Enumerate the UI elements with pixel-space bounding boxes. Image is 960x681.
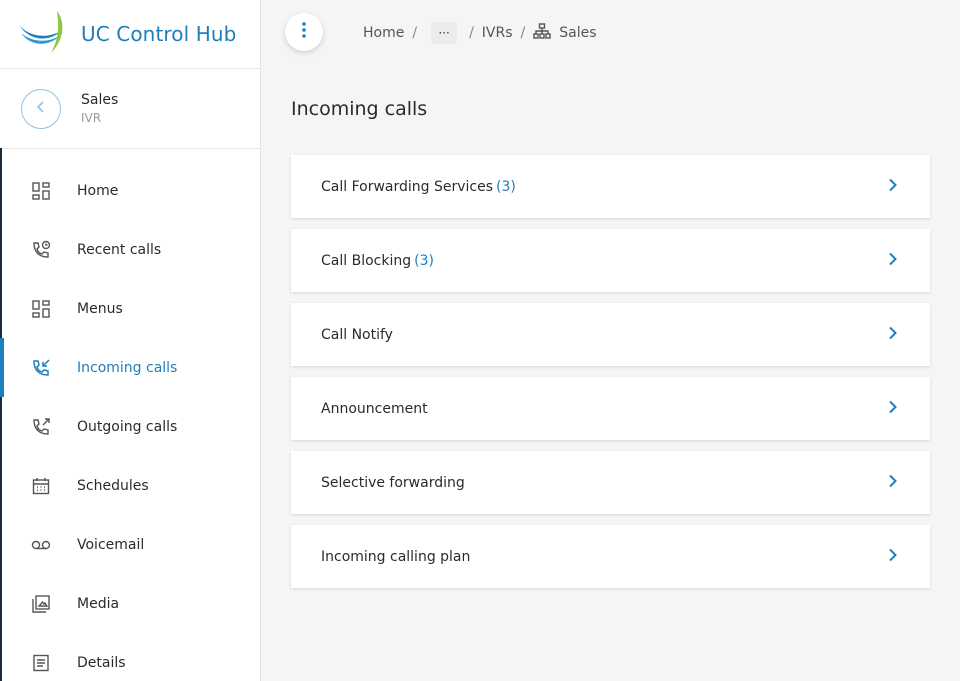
context-type: IVR <box>81 111 102 125</box>
phone-incoming-icon <box>31 358 51 378</box>
card-count: (3) <box>414 252 434 269</box>
context-header: Sales IVR <box>0 69 260 149</box>
kebab-menu-icon <box>302 22 306 42</box>
page-title: Incoming calls <box>291 98 428 120</box>
sidebar-item-outgoing-calls[interactable]: Outgoing calls <box>0 397 260 456</box>
more-options-button[interactable] <box>285 13 323 51</box>
sidebar-item-label: Voicemail <box>77 536 145 553</box>
sidebar-item-voicemail[interactable]: Voicemail <box>0 515 260 574</box>
back-button[interactable] <box>21 88 61 129</box>
card-count: (3) <box>496 178 516 195</box>
sidebar-item-schedules[interactable]: Schedules <box>0 456 260 515</box>
announcement-card[interactable]: Announcement <box>291 377 930 440</box>
breadcrumb-ivrs[interactable]: IVRs <box>482 25 513 41</box>
call-blocking-card[interactable]: Call Blocking (3) <box>291 229 930 292</box>
card-label: Call Blocking <box>321 252 412 269</box>
chevron-right-icon <box>888 547 898 566</box>
sidebar-item-details[interactable]: Details <box>0 633 260 681</box>
document-icon <box>31 653 51 673</box>
sidebar-item-media[interactable]: Media <box>0 574 260 633</box>
sidebar-item-label: Details <box>77 654 126 671</box>
breadcrumb-separator: / <box>469 25 474 41</box>
card-label: Incoming calling plan <box>321 548 471 565</box>
top-bar: Home / ··· / IVRs / Sales <box>261 0 960 64</box>
sidebar-item-label: Schedules <box>77 477 149 494</box>
sidebar-item-label: Home <box>77 182 119 199</box>
breadcrumb-separator: / <box>520 25 526 41</box>
chevron-right-icon <box>888 251 898 270</box>
dashboard-icon <box>31 181 51 201</box>
more-horizontal-icon: ··· <box>438 26 450 40</box>
media-library-icon <box>31 594 51 614</box>
sidebar-item-incoming-calls[interactable]: Incoming calls <box>0 338 260 397</box>
chevron-right-icon <box>888 473 898 492</box>
card-label: Selective forwarding <box>321 474 465 491</box>
call-forwarding-services-card[interactable]: Call Forwarding Services (3) <box>291 155 930 218</box>
context-name: Sales <box>81 92 119 108</box>
phone-outgoing-icon <box>31 417 51 437</box>
card-label: Announcement <box>321 400 428 417</box>
card-label: Call Forwarding Services <box>321 178 494 195</box>
incoming-calls-settings-list: Call Forwarding Services (3) Call Blockin… <box>291 155 930 599</box>
sidebar-item-label: Recent calls <box>77 241 162 258</box>
breadcrumb-separator: / <box>412 25 418 41</box>
uc-logo-icon <box>17 7 69 61</box>
sidebar-item-label: Incoming calls <box>77 359 178 376</box>
calendar-icon <box>31 476 51 496</box>
card-label: Call Notify <box>321 326 393 343</box>
sidebar-item-label: Outgoing calls <box>77 418 178 435</box>
sidebar-item-home[interactable]: Home <box>0 161 260 220</box>
app-title: UC Control Hub <box>81 22 237 46</box>
sidebar: UC Control Hub Sales IVR Home Recent cal… <box>0 0 261 681</box>
hierarchy-icon <box>533 23 559 43</box>
chevron-right-icon <box>888 325 898 344</box>
call-notify-card[interactable]: Call Notify <box>291 303 930 366</box>
incoming-calling-plan-card[interactable]: Incoming calling plan <box>291 525 930 588</box>
sidebar-item-label: Media <box>77 595 120 612</box>
sidebar-item-menus[interactable]: Menus <box>0 279 260 338</box>
sidebar-item-recent-calls[interactable]: Recent calls <box>0 220 260 279</box>
phone-clock-icon <box>31 240 51 260</box>
chevron-left-icon <box>34 99 48 118</box>
selective-forwarding-card[interactable]: Selective forwarding <box>291 451 930 514</box>
voicemail-icon <box>31 535 51 555</box>
dashboard-icon <box>31 299 51 319</box>
breadcrumb-ellipsis-button[interactable]: ··· <box>431 22 458 44</box>
breadcrumb-current: Sales <box>533 23 597 43</box>
sidebar-nav: Home Recent calls Menus Incoming calls O… <box>0 161 260 681</box>
sidebar-item-label: Menus <box>77 300 123 317</box>
brand-header: UC Control Hub <box>0 0 260 69</box>
breadcrumb: Home / ··· / IVRs / Sales <box>363 22 597 44</box>
breadcrumb-home[interactable]: Home <box>363 25 404 41</box>
chevron-right-icon <box>888 399 898 418</box>
breadcrumb-current-label: Sales <box>559 25 597 41</box>
chevron-right-icon <box>888 177 898 196</box>
